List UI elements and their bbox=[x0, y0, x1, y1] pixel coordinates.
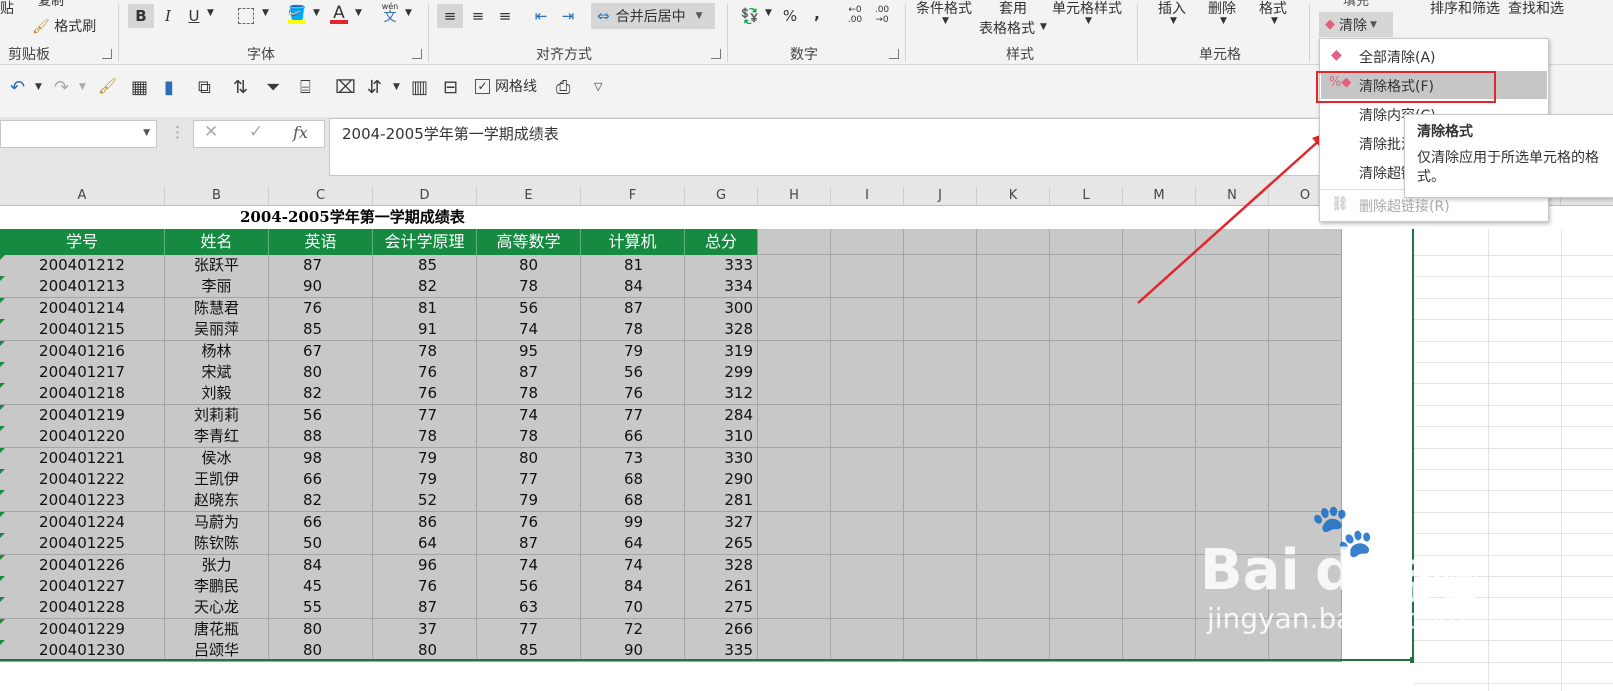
arrow-line bbox=[1137, 137, 1323, 304]
tooltip-body: 仅清除应用于所选单元格的格式。 bbox=[1417, 150, 1599, 185]
menu-item-clear-all[interactable]: ◆ 全部清除(A) bbox=[1321, 42, 1547, 70]
unlink-icon: ⛓ bbox=[1331, 196, 1349, 212]
menu-item-label: 全部清除(A) bbox=[1359, 50, 1436, 66]
highlight-box bbox=[1316, 71, 1496, 103]
eraser-icon: ◆ bbox=[1331, 47, 1342, 63]
tooltip-title: 清除格式 bbox=[1417, 124, 1473, 140]
menu-item-label: 删除超链接(R) bbox=[1359, 199, 1450, 215]
tooltip: 清除格式 仅清除应用于所选单元格的格式。 bbox=[1404, 114, 1613, 198]
